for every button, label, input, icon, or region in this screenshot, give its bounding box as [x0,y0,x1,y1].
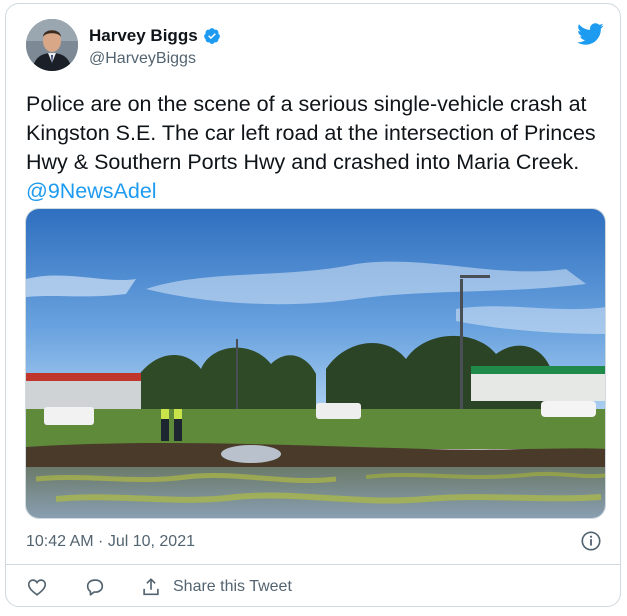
tweet-card: Harvey Biggs @HarveyBiggs Police are on … [5,3,621,607]
twitter-bird-icon[interactable] [576,20,604,48]
share-button[interactable]: Share this Tweet [140,576,292,598]
reply-button[interactable] [84,576,106,598]
author-name-text[interactable]: Harvey Biggs [89,26,198,46]
divider [6,564,620,565]
like-button[interactable] [26,576,48,598]
tweet-timestamp[interactable]: 10:42 AM · Jul 10, 2021 [26,533,195,551]
verified-badge-icon [203,28,220,44]
tweet-text: Police are on the scene of a serious sin… [26,90,616,206]
share-label[interactable]: Share this Tweet [173,578,292,596]
info-icon[interactable] [580,530,602,552]
heart-icon [27,579,47,596]
share-icon [143,578,159,596]
tweet-body: Police are on the scene of a serious sin… [26,92,596,174]
tweet-actions: Share this Tweet [26,576,292,598]
reply-icon [86,579,104,596]
mention-link[interactable]: @9NewsAdel [26,179,157,203]
author-handle[interactable]: @HarveyBiggs [89,50,196,68]
author-name[interactable]: Harvey Biggs [89,26,221,46]
tweet-photo[interactable] [25,208,606,519]
author-avatar[interactable] [26,19,78,71]
